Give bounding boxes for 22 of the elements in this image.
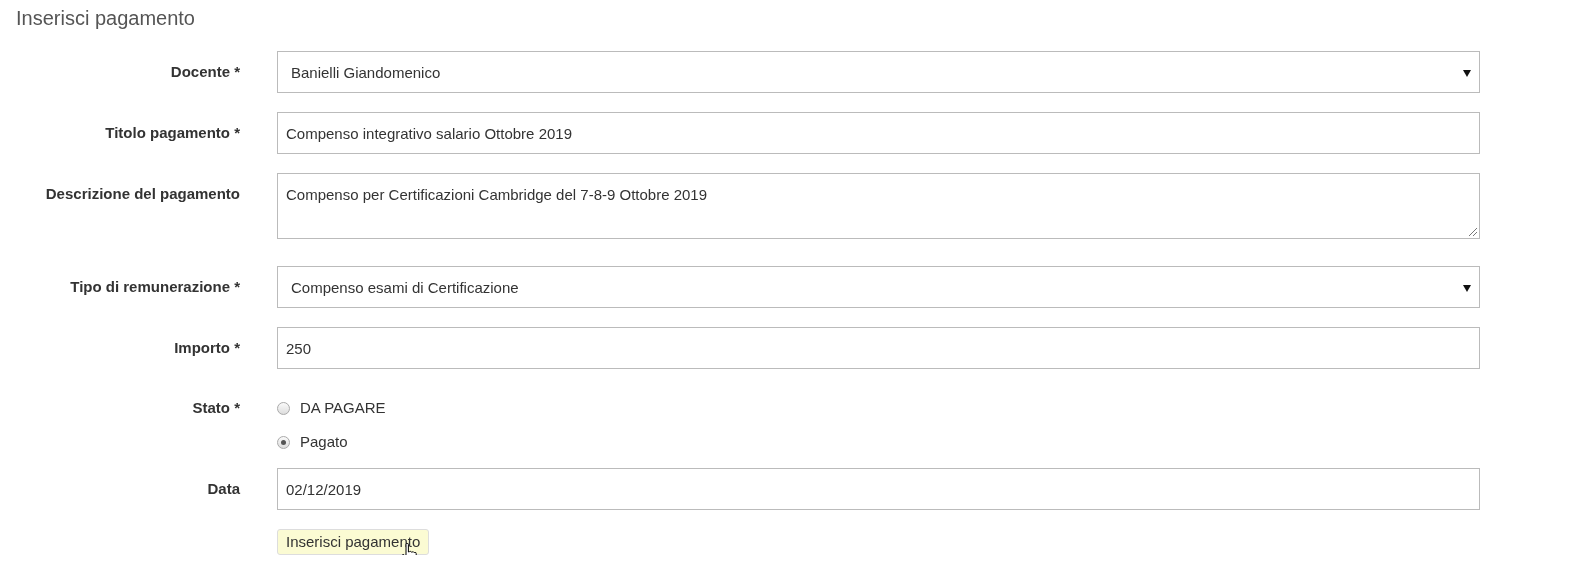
field-label: Stato * xyxy=(191,398,240,418)
input-field[interactable]: Compenso integrativo salario Ottobre 2019 xyxy=(277,112,1480,154)
submit-button[interactable]: Inserisci pagamento xyxy=(277,529,430,555)
dropdown[interactable]: Compenso esami di Certificazione xyxy=(277,266,1480,308)
field-label: Data xyxy=(206,479,240,499)
radio-label[interactable]: Pagato xyxy=(300,432,348,452)
field-label: Docente * xyxy=(169,62,240,82)
radio-button[interactable] xyxy=(277,435,290,449)
radio-label[interactable]: DA PAGARE xyxy=(300,398,386,418)
resize-grip-icon[interactable] xyxy=(1468,227,1478,237)
input-field[interactable]: 02/12/2019 xyxy=(277,468,1480,510)
field-label: Titolo pagamento * xyxy=(104,123,240,143)
input-field[interactable]: 250 xyxy=(277,327,1480,369)
radio-button[interactable] xyxy=(277,401,290,415)
field-label: Importo * xyxy=(173,338,240,358)
text-area[interactable]: Compenso per Certificazioni Cambridge del 7-8-9 Ottobre 2019 xyxy=(277,173,1480,239)
dropdown[interactable]: Banielli Giandomenico xyxy=(277,51,1480,93)
dropdown-arrow-icon xyxy=(1463,284,1471,292)
field-label: Descrizione del pagamento xyxy=(44,184,240,204)
dropdown-arrow-icon xyxy=(1463,69,1471,77)
page-title: Inserisci pagamento xyxy=(16,6,195,31)
field-label: Tipo di remunerazione * xyxy=(69,277,240,297)
